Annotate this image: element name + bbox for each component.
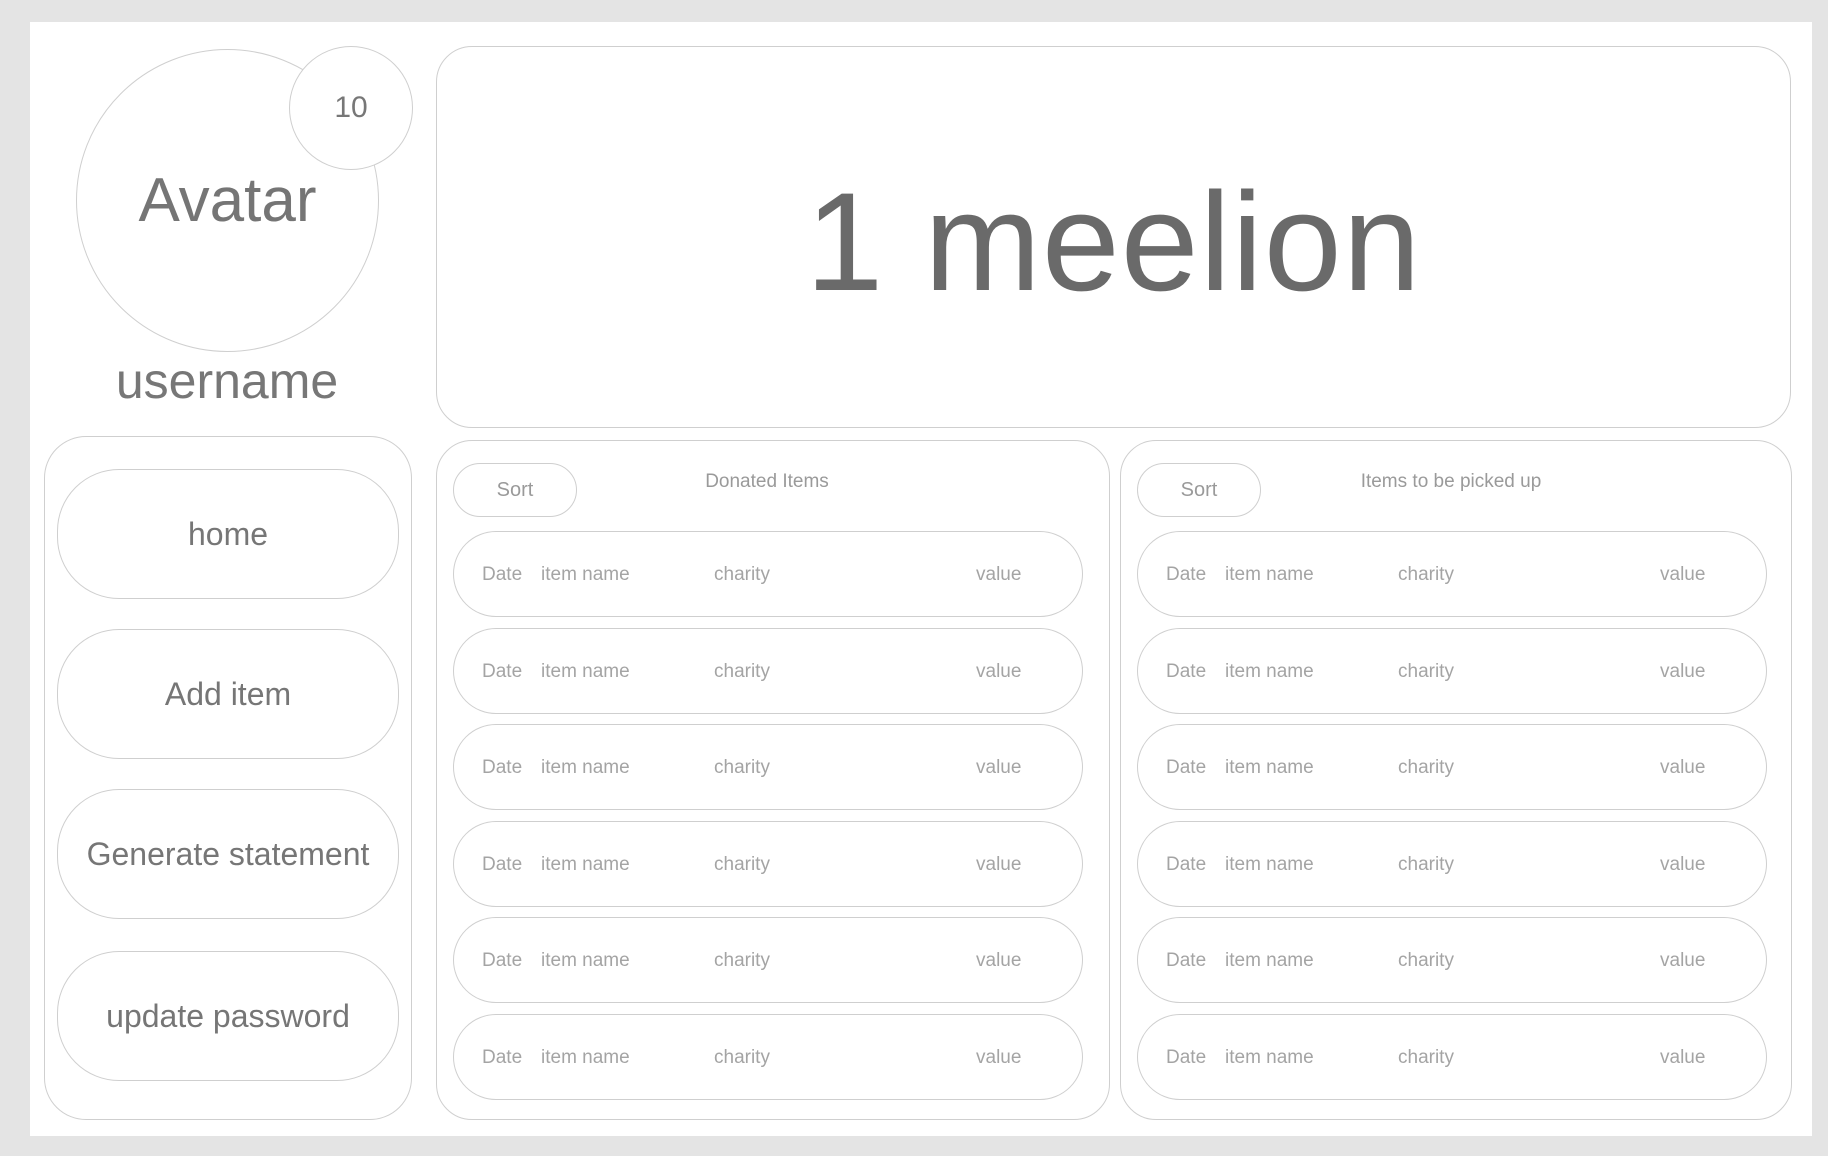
- row-value: value: [1660, 950, 1706, 971]
- row-value: value: [1660, 564, 1706, 585]
- row-value: value: [976, 950, 1022, 971]
- row-charity: charity: [714, 1047, 770, 1068]
- pickup-item-row[interactable]: Date item name charity value: [1137, 1014, 1767, 1100]
- row-item-name: item name: [541, 661, 630, 682]
- pickup-item-row[interactable]: Date item name charity value: [1137, 531, 1767, 617]
- pickup-item-row[interactable]: Date item name charity value: [1137, 917, 1767, 1003]
- donated-items-panel: Sort Donated Items Date item name charity v…: [436, 440, 1110, 1120]
- row-date: Date: [1166, 564, 1207, 585]
- row-value: value: [1660, 757, 1706, 778]
- row-value: value: [976, 854, 1022, 875]
- row-item-name: item name: [1225, 564, 1314, 585]
- row-charity: charity: [1398, 1047, 1454, 1068]
- row-value: value: [976, 661, 1022, 682]
- row-value: value: [1660, 661, 1706, 682]
- row-charity: charity: [1398, 564, 1454, 585]
- generate-statement-button[interactable]: Generate statement: [57, 789, 399, 919]
- row-charity: charity: [1398, 757, 1454, 778]
- pickup-items-title: Items to be picked up: [1360, 471, 1542, 492]
- row-item-name: item name: [1225, 757, 1314, 778]
- pickup-items-panel: Sort Items to be picked up Date item name…: [1120, 440, 1792, 1120]
- notification-badge[interactable]: 10: [289, 46, 413, 170]
- row-date: Date: [1166, 757, 1207, 778]
- row-date: Date: [482, 564, 523, 585]
- username: username: [115, 353, 339, 409]
- row-date: Date: [1166, 661, 1207, 682]
- row-date: Date: [1166, 950, 1207, 971]
- row-charity: charity: [714, 757, 770, 778]
- row-charity: charity: [714, 854, 770, 875]
- row-charity: charity: [1398, 854, 1454, 875]
- donated-item-row[interactable]: Date item name charity value: [453, 1014, 1083, 1100]
- sidebar-nav: home Add item Generate statement update …: [44, 436, 412, 1120]
- row-item-name: item name: [541, 1047, 630, 1068]
- row-date: Date: [1166, 854, 1207, 875]
- pickup-item-row[interactable]: Date item name charity value: [1137, 724, 1767, 810]
- donated-item-row[interactable]: Date item name charity value: [453, 628, 1083, 714]
- row-item-name: item name: [541, 564, 630, 585]
- row-value: value: [976, 757, 1022, 778]
- row-item-name: item name: [541, 854, 630, 875]
- row-date: Date: [482, 950, 523, 971]
- donated-item-row[interactable]: Date item name charity value: [453, 821, 1083, 907]
- row-item-name: item name: [541, 757, 630, 778]
- row-item-name: item name: [541, 950, 630, 971]
- total-banner: 1 meelion: [436, 46, 1791, 428]
- row-item-name: item name: [1225, 1047, 1314, 1068]
- row-item-name: item name: [1225, 661, 1314, 682]
- row-charity: charity: [714, 564, 770, 585]
- row-date: Date: [482, 661, 523, 682]
- donated-item-row[interactable]: Date item name charity value: [453, 531, 1083, 617]
- row-value: value: [976, 564, 1022, 585]
- row-item-name: item name: [1225, 950, 1314, 971]
- badge-count: 10: [334, 91, 368, 124]
- dashboard-frame: Avatar 10 username 1 meelion home Add it…: [30, 22, 1812, 1136]
- row-date: Date: [1166, 1047, 1207, 1068]
- row-charity: charity: [1398, 950, 1454, 971]
- row-item-name: item name: [1225, 854, 1314, 875]
- total-value: 1 meelion: [805, 163, 1422, 320]
- row-charity: charity: [1398, 661, 1454, 682]
- row-charity: charity: [714, 950, 770, 971]
- row-date: Date: [482, 854, 523, 875]
- avatar-label: Avatar: [138, 166, 317, 235]
- row-value: value: [1660, 854, 1706, 875]
- donated-item-row[interactable]: Date item name charity value: [453, 724, 1083, 810]
- row-value: value: [976, 1047, 1022, 1068]
- row-date: Date: [482, 757, 523, 778]
- donated-items-title: Donated Items: [705, 471, 829, 492]
- donated-sort-button[interactable]: Sort: [453, 463, 577, 517]
- row-value: value: [1660, 1047, 1706, 1068]
- home-button[interactable]: home: [57, 469, 399, 599]
- row-charity: charity: [714, 661, 770, 682]
- row-date: Date: [482, 1047, 523, 1068]
- pickup-item-row[interactable]: Date item name charity value: [1137, 821, 1767, 907]
- update-password-button[interactable]: update password: [57, 951, 399, 1081]
- add-item-button[interactable]: Add item: [57, 629, 399, 759]
- donated-item-row[interactable]: Date item name charity value: [453, 917, 1083, 1003]
- pickup-item-row[interactable]: Date item name charity value: [1137, 628, 1767, 714]
- pickup-sort-button[interactable]: Sort: [1137, 463, 1261, 517]
